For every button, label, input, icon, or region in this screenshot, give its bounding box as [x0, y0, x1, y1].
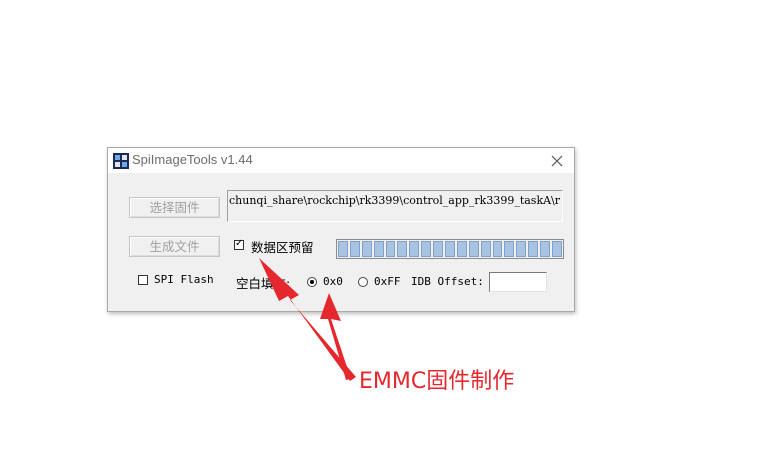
progress-block: [504, 241, 515, 257]
idb-offset-input[interactable]: [489, 272, 547, 292]
window-title: SpiImageTools v1.44: [132, 152, 253, 167]
progress-block: [433, 241, 444, 257]
progress-block: [552, 241, 562, 257]
generate-file-button[interactable]: 生成文件: [129, 236, 220, 257]
progress-block: [492, 241, 503, 257]
fill-0x0-radio[interactable]: [307, 277, 317, 287]
emmc-annotation-label: EMMC固件制作: [359, 369, 515, 394]
spi-flash-label: SPI Flash: [154, 273, 214, 286]
firmware-path-field[interactable]: chunqi_share\rockchip\rk3399\control_app…: [227, 190, 563, 222]
fill-value-label: 空白填充:: [236, 276, 291, 291]
progress-block: [456, 241, 467, 257]
progress-block: [421, 241, 432, 257]
fill-0xff-radio[interactable]: [358, 277, 368, 287]
progress-block: [540, 241, 551, 257]
progress-block: [528, 241, 539, 257]
app-icon: [113, 153, 129, 169]
progress-block: [445, 241, 455, 257]
progress-block: [468, 241, 479, 257]
progress-block: [397, 241, 408, 257]
title-bar[interactable]: SpiImageTools v1.44: [108, 148, 574, 173]
progress-block: [338, 241, 348, 257]
progress-block: [361, 241, 372, 257]
reserve-data-area-label: 数据区预留: [251, 240, 314, 255]
reserve-data-area-checkbox[interactable]: ✓: [234, 238, 244, 250]
progress-bar: [336, 239, 564, 259]
idb-offset-label: IDB Offset:: [411, 275, 484, 288]
progress-block: [409, 241, 420, 257]
progress-block: [349, 241, 360, 257]
firmware-path-text: chunqi_share\rockchip\rk3399\control_app…: [229, 194, 561, 207]
fill-0x0-label: 0x0: [323, 275, 343, 288]
fill-0xff-label: 0xFF: [374, 275, 401, 288]
radio-selected-dot: [310, 280, 314, 284]
progress-block: [516, 241, 527, 257]
close-icon[interactable]: [548, 152, 566, 170]
progress-block: [385, 241, 396, 257]
select-firmware-button[interactable]: 选择固件: [129, 197, 220, 218]
spi-image-tools-window: SpiImageTools v1.44 选择固件 chunqi_share\ro…: [107, 147, 575, 312]
progress-block: [373, 241, 384, 257]
spi-flash-checkbox[interactable]: [138, 275, 148, 285]
progress-block: [480, 241, 491, 257]
screenshot-stage: SpiImageTools v1.44 选择固件 chunqi_share\ro…: [0, 0, 761, 468]
checkmark-icon: ✓: [235, 238, 244, 249]
